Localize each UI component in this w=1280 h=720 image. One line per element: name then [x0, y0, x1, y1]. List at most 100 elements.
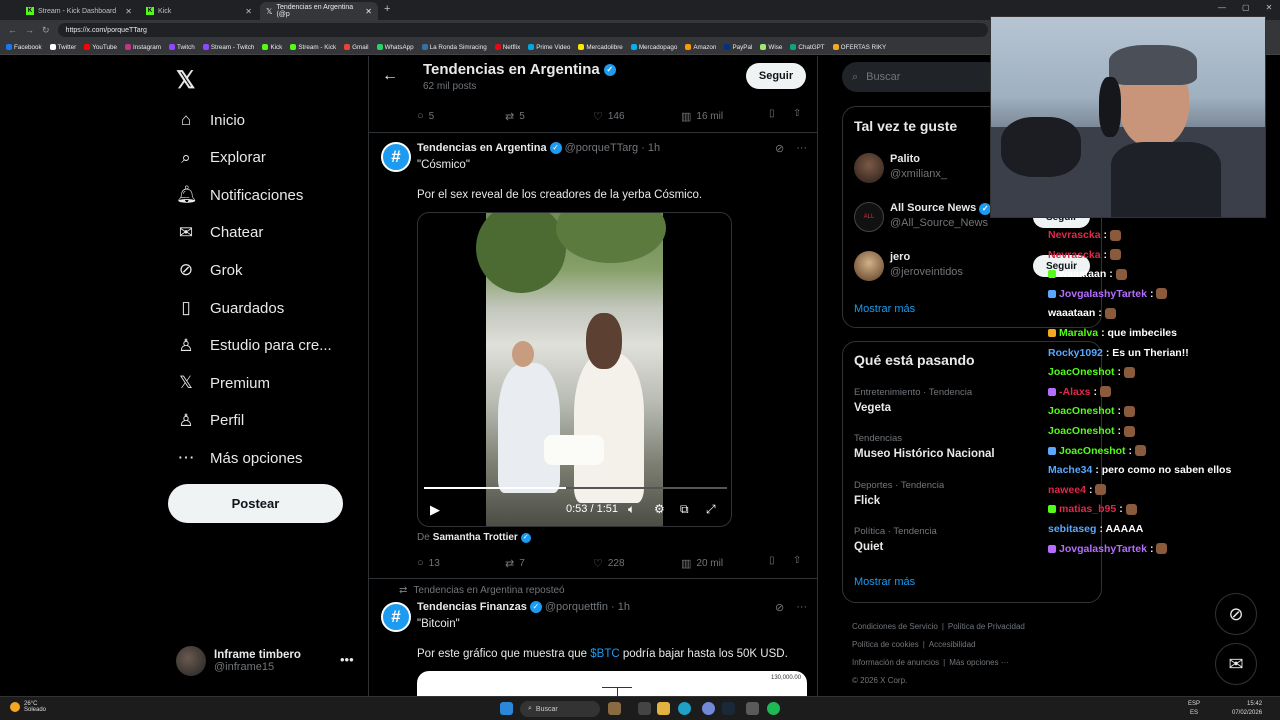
close-icon[interactable]: ✕: [245, 7, 252, 16]
fullscreen-icon[interactable]: ⤢: [706, 502, 716, 517]
bookmark-item[interactable]: La Ronda Simracing: [421, 44, 487, 51]
spotify-icon[interactable]: [767, 702, 780, 715]
bookmark-item[interactable]: OFERTAS RIKY: [832, 44, 886, 51]
bookmark-item[interactable]: Kick: [262, 44, 282, 51]
bookmark-icon[interactable]: ▯: [769, 555, 775, 566]
video-progress-bar[interactable]: [424, 487, 727, 489]
bookmark-item[interactable]: Netflix: [494, 44, 520, 51]
bookmark-item[interactable]: Mercadopago: [630, 44, 677, 51]
nav-item-chatear[interactable]: ✉ Chatear: [176, 218, 264, 248]
views-button[interactable]: ▥ 20 mil: [681, 557, 769, 570]
chat-username[interactable]: Nevrascka: [1048, 249, 1101, 261]
browser-tab-x[interactable]: 𝕏 Tendencias en Argentina (@p ✕: [260, 2, 378, 20]
bookmark-item[interactable]: WhatsApp: [376, 44, 414, 51]
chat-username[interactable]: matias_b95: [1059, 503, 1116, 515]
forward-icon[interactable]: →: [25, 25, 34, 35]
grok-icon[interactable]: ⊘: [775, 142, 784, 155]
bookmark-item[interactable]: Mercadolibre: [578, 44, 623, 51]
task-view-icon[interactable]: [638, 702, 651, 715]
bookmark-item[interactable]: Twitter: [49, 44, 76, 51]
nav-item-premium[interactable]: 𝕏 Premium: [176, 368, 270, 398]
chat-username[interactable]: nawee4: [1048, 484, 1086, 496]
reply-button[interactable]: ○ 13: [417, 557, 505, 569]
close-icon[interactable]: ✕: [365, 7, 372, 16]
chat-username[interactable]: JovgalashyTartek: [1059, 543, 1147, 555]
chat-username[interactable]: JoacOneshot: [1059, 445, 1126, 457]
weather-widget[interactable]: 26°C Soleado: [10, 701, 46, 713]
grok-icon[interactable]: ⊘: [775, 601, 784, 614]
reply-button[interactable]: ○ 5: [417, 110, 505, 122]
bookmark-item[interactable]: Facebook: [6, 44, 42, 51]
more-icon[interactable]: •••: [340, 652, 354, 667]
more-icon[interactable]: ···: [796, 601, 807, 614]
app-icon[interactable]: [746, 702, 759, 715]
minimize-icon[interactable]: —: [1218, 3, 1226, 12]
chat-username[interactable]: JoacOneshot: [1048, 425, 1115, 437]
file-explorer-icon[interactable]: [657, 702, 670, 715]
footer-link[interactable]: Condiciones de Servicio: [852, 622, 938, 631]
bookmark-item[interactable]: Stream - Twitch: [202, 44, 254, 51]
url-field[interactable]: https://x.com/porqueTTarg: [57, 23, 988, 37]
repost-button[interactable]: ⇄ 7: [505, 557, 593, 570]
like-button[interactable]: ♡ 228: [593, 557, 681, 570]
post-button[interactable]: Postear: [168, 484, 343, 523]
language-indicator[interactable]: ESP ES: [1188, 700, 1200, 718]
bookmark-item[interactable]: Gmail: [344, 44, 369, 51]
bookmark-item[interactable]: Amazon: [685, 44, 716, 51]
nav-item-grok[interactable]: ⊘ Grok: [176, 255, 243, 285]
chat-username[interactable]: Maralva: [1059, 327, 1098, 339]
nav-item-estudio-para-cre[interactable]: ♙ Estudio para cre...: [176, 331, 331, 361]
bookmark-item[interactable]: Twitch: [168, 44, 195, 51]
close-window-icon[interactable]: ✕: [1266, 3, 1273, 12]
tweet-avatar[interactable]: #: [381, 142, 411, 172]
pip-icon[interactable]: ⧉: [680, 502, 689, 517]
chat-username[interactable]: Rocky1092: [1048, 347, 1103, 359]
follow-button[interactable]: Seguir: [746, 63, 806, 89]
bookmark-item[interactable]: Wise: [760, 44, 782, 51]
tweet-author-name[interactable]: Tendencias en Argentina: [417, 142, 547, 154]
show-more-link[interactable]: Mostrar más: [854, 576, 915, 588]
volume-icon[interactable]: 🔈︎: [628, 502, 635, 517]
tweet-author-handle[interactable]: @porqueTTarg: [565, 142, 639, 154]
tweet-time[interactable]: · 1h: [611, 601, 630, 613]
back-icon[interactable]: ←: [8, 25, 17, 35]
bookmark-item[interactable]: Prime Video: [528, 44, 570, 51]
bookmark-icon[interactable]: ▯: [769, 108, 775, 119]
video-player[interactable]: ▶ 0:53 / 1:51 🔈︎ ⚙ ⧉ ⤢: [417, 212, 732, 527]
maximize-icon[interactable]: ▢: [1242, 3, 1250, 12]
bookmark-item[interactable]: YouTube: [84, 44, 117, 51]
settings-icon[interactable]: ⚙: [654, 502, 665, 516]
like-button[interactable]: ♡ 146: [593, 110, 681, 123]
chat-username[interactable]: waaataan: [1048, 307, 1095, 319]
footer-link[interactable]: Política de cookies: [852, 640, 919, 649]
taskbar-clock[interactable]: 15:42 07/02/2026: [1232, 700, 1262, 718]
chat-username[interactable]: waaataan: [1059, 268, 1106, 280]
steam-icon[interactable]: [722, 702, 735, 715]
tweet-avatar[interactable]: #: [381, 602, 411, 632]
chat-username[interactable]: Nevrascka: [1048, 229, 1101, 241]
repost-button[interactable]: ⇄ 5: [505, 110, 593, 123]
nav-item-inicio[interactable]: ⌂ Inicio: [176, 105, 245, 135]
tweet-image[interactable]: 130,000.00: [417, 671, 807, 696]
nav-item-perfil[interactable]: ♙ Perfil: [176, 406, 244, 436]
discord-icon[interactable]: [702, 702, 715, 715]
widget-icon[interactable]: [608, 702, 621, 715]
back-arrow-icon[interactable]: ←: [382, 67, 398, 85]
nav-item-notificaciones[interactable]: 🔔︎ Notificaciones: [176, 180, 303, 210]
browser-tab-kick-dashboard[interactable]: K Stream - Kick Dashboard ✕: [20, 2, 138, 20]
footer-link[interactable]: Accesibilidad: [929, 640, 976, 649]
chat-username[interactable]: JovgalashyTartek: [1059, 288, 1147, 300]
views-button[interactable]: ▥ 16 mil: [681, 110, 769, 123]
share-icon[interactable]: ⇧: [793, 108, 801, 119]
repost-indicator[interactable]: ⇄ Tendencias en Argentina reposteó: [399, 585, 565, 596]
x-logo-icon[interactable]: 𝕏: [176, 66, 195, 95]
chat-username[interactable]: Mache34: [1048, 464, 1092, 476]
share-icon[interactable]: ⇧: [793, 555, 801, 566]
tweet-author-name[interactable]: Tendencias Finanzas: [417, 601, 527, 613]
new-tab-button[interactable]: +: [384, 3, 390, 15]
reload-icon[interactable]: ↻: [42, 25, 50, 36]
messages-fab[interactable]: ✉: [1215, 643, 1257, 685]
tweet-author-handle[interactable]: @porquettfin: [545, 601, 608, 613]
credit-author[interactable]: Samantha Trottier: [433, 532, 518, 543]
close-icon[interactable]: ✕: [125, 7, 132, 16]
